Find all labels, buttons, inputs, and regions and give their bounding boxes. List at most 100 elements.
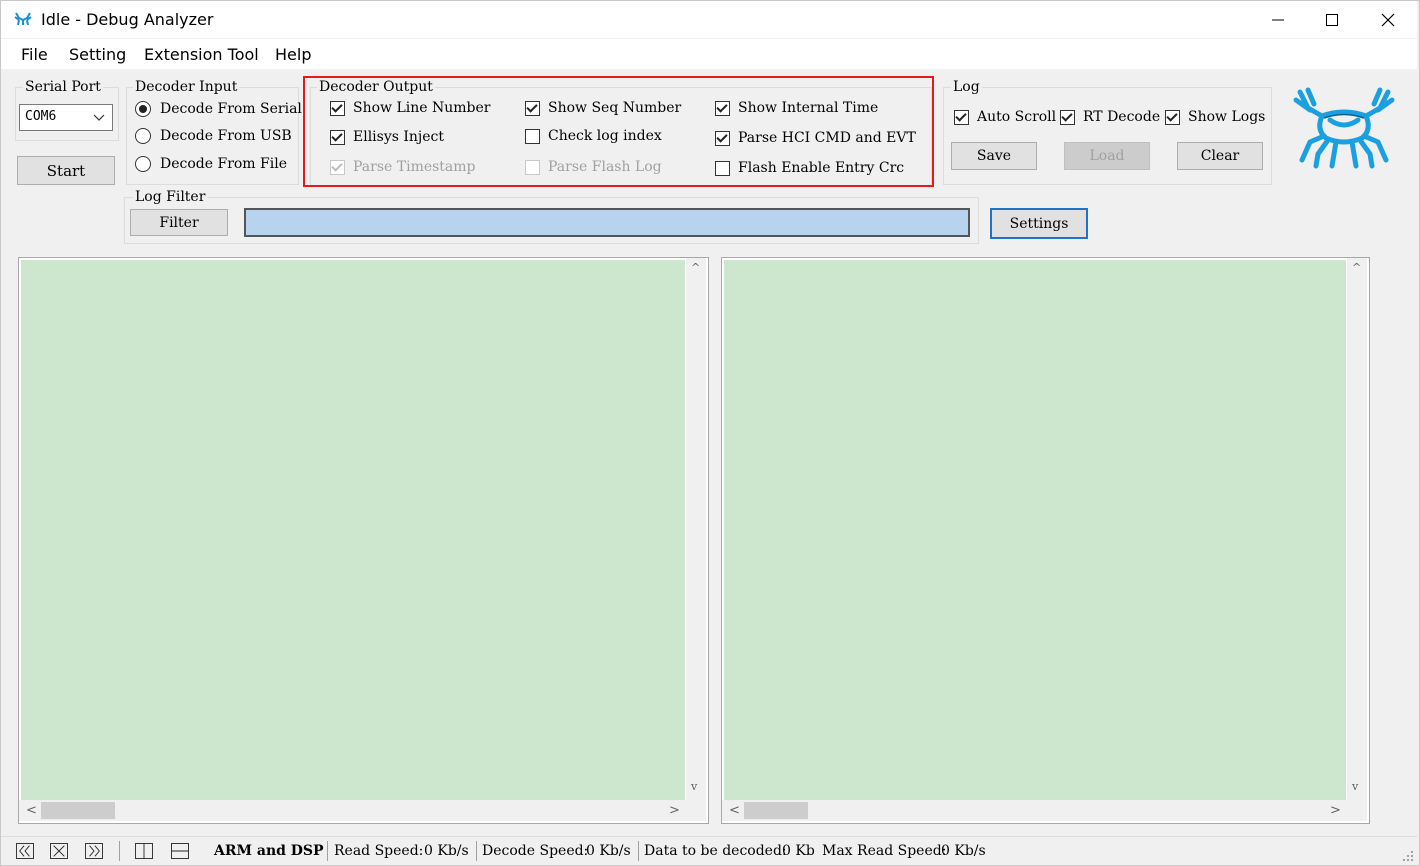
decode-speed-value: 0 Kb/s xyxy=(586,843,631,859)
right-log-content[interactable] xyxy=(724,260,1346,800)
decoder-output-label: Decoder Output xyxy=(317,79,435,95)
start-button[interactable]: Start xyxy=(17,156,115,185)
right-horizontal-scrollbar[interactable]: < > xyxy=(722,800,1367,821)
checkbox-box xyxy=(330,129,345,145)
mode-label: ARM and DSP xyxy=(214,843,324,859)
split-horizontal-icon[interactable] xyxy=(171,843,189,859)
checkbox-rt-decode[interactable]: RT Decode xyxy=(1060,109,1160,125)
checkbox-label: Check log index xyxy=(548,128,662,144)
window-title: Idle - Debug Analyzer xyxy=(41,10,214,29)
scroll-up-icon[interactable]: ^ xyxy=(1352,261,1361,274)
collapse-left-icon[interactable] xyxy=(16,843,34,859)
serial-port-select[interactable]: COM6 xyxy=(19,104,113,131)
left-log-pane[interactable]: ^ v < > xyxy=(18,257,709,824)
menu-file[interactable]: File xyxy=(21,45,48,64)
radio-dot xyxy=(135,128,151,144)
checkbox-box xyxy=(954,109,969,125)
radio-label: Decode From Serial xyxy=(160,101,302,117)
checkbox-label: Parse HCI CMD and EVT xyxy=(738,130,916,146)
minimize-button[interactable] xyxy=(1249,1,1307,38)
checkbox-auto-scroll[interactable]: Auto Scroll xyxy=(954,109,1056,125)
radio-decode-from-serial[interactable]: Decode From Serial xyxy=(135,101,302,117)
radio-decode-from-file[interactable]: Decode From File xyxy=(135,156,287,172)
max-read-speed-value: 0 Kb/s xyxy=(941,843,986,859)
decoder-input-label: Decoder Input xyxy=(133,79,240,95)
max-read-speed-label: Max Read Speed: xyxy=(822,843,947,859)
checkbox-parse-flash-log: Parse Flash Log xyxy=(525,159,662,175)
chevron-down-icon xyxy=(93,114,105,121)
split-vertical-icon[interactable] xyxy=(135,843,153,859)
menu-extension-tool[interactable]: Extension Tool xyxy=(144,45,259,64)
resize-grip-icon[interactable] xyxy=(1401,849,1415,863)
title-bar: Idle - Debug Analyzer xyxy=(1,1,1417,38)
scroll-right-icon[interactable]: > xyxy=(669,803,680,818)
save-button[interactable]: Save xyxy=(951,142,1037,170)
collapse-both-icon[interactable] xyxy=(50,843,68,859)
close-button[interactable] xyxy=(1359,1,1417,38)
scroll-thumb[interactable] xyxy=(41,802,115,819)
checkbox-box xyxy=(525,100,540,116)
right-vertical-scrollbar[interactable]: ^ v xyxy=(1347,258,1367,800)
checkbox-show-internal-time[interactable]: Show Internal Time xyxy=(715,100,878,116)
status-bar: ARM and DSP Read Speed: 0 Kb/s Decode Sp… xyxy=(1,836,1417,865)
checkbox-label: Show Logs xyxy=(1188,109,1266,125)
checkbox-show-seq-number[interactable]: Show Seq Number xyxy=(525,100,681,116)
checkbox-box xyxy=(715,130,730,146)
decode-speed-label: Decode Speed: xyxy=(482,843,589,859)
checkbox-label: RT Decode xyxy=(1083,109,1161,125)
log-group xyxy=(943,87,1272,185)
separator xyxy=(119,841,120,861)
separator xyxy=(638,841,639,861)
serial-port-label: Serial Port xyxy=(23,79,103,95)
scroll-up-icon[interactable]: ^ xyxy=(691,261,700,274)
checkbox-box xyxy=(1165,109,1180,125)
filter-button[interactable]: Filter xyxy=(130,209,228,236)
close-icon xyxy=(1381,13,1395,26)
checkbox-label: Show Seq Number xyxy=(548,100,682,116)
checkbox-label: Auto Scroll xyxy=(977,109,1057,125)
checkbox-box xyxy=(330,159,345,175)
checkbox-label: Parse Flash Log xyxy=(548,159,662,175)
radio-dot-checked xyxy=(135,101,151,117)
scroll-right-icon[interactable]: > xyxy=(1330,803,1341,818)
radio-label: Decode From USB xyxy=(160,128,292,144)
checkbox-check-log-index[interactable]: Check log index xyxy=(525,128,662,144)
maximize-button[interactable] xyxy=(1303,1,1361,38)
maximize-icon xyxy=(1326,13,1338,26)
settings-button[interactable]: Settings xyxy=(990,208,1088,239)
left-horizontal-scrollbar[interactable]: < > xyxy=(19,800,706,821)
menu-help[interactable]: Help xyxy=(275,45,311,64)
serial-port-value: COM6 xyxy=(25,109,57,124)
realtek-crab-logo-icon xyxy=(1293,87,1395,169)
read-speed-value: 0 Kb/s xyxy=(424,843,469,859)
clear-button[interactable]: Clear xyxy=(1177,142,1263,170)
scroll-down-icon[interactable]: v xyxy=(691,780,697,793)
checkbox-show-line-number[interactable]: Show Line Number xyxy=(330,100,490,116)
scroll-left-icon[interactable]: < xyxy=(729,803,740,818)
checkbox-box xyxy=(525,159,540,175)
checkbox-box xyxy=(525,128,540,144)
checkbox-parse-timestamp: Parse Timestamp xyxy=(330,159,476,175)
separator xyxy=(327,841,328,861)
log-label: Log xyxy=(951,79,982,95)
menu-bar: File Setting Extension Tool Help xyxy=(1,39,1417,69)
left-log-content[interactable] xyxy=(21,260,685,800)
menu-setting[interactable]: Setting xyxy=(69,45,126,64)
collapse-right-icon[interactable] xyxy=(85,843,103,859)
minimize-icon xyxy=(1272,19,1284,20)
checkbox-show-logs[interactable]: Show Logs xyxy=(1165,109,1265,125)
checkbox-ellisys-inject[interactable]: Ellisys Inject xyxy=(330,129,444,145)
radio-decode-from-usb[interactable]: Decode From USB xyxy=(135,128,292,144)
right-log-pane[interactable]: ^ v < > xyxy=(721,257,1370,824)
app-icon xyxy=(14,12,32,26)
checkbox-flash-enable-entry-crc[interactable]: Flash Enable Entry Crc xyxy=(715,160,904,176)
left-vertical-scrollbar[interactable]: ^ v xyxy=(686,258,706,800)
checkbox-box xyxy=(330,100,345,116)
radio-dot xyxy=(135,156,151,172)
checkbox-parse-hci-cmd-evt[interactable]: Parse HCI CMD and EVT xyxy=(715,130,916,146)
scroll-left-icon[interactable]: < xyxy=(26,803,37,818)
checkbox-label: Parse Timestamp xyxy=(353,159,476,175)
scroll-down-icon[interactable]: v xyxy=(1352,780,1358,793)
filter-input[interactable] xyxy=(244,208,970,237)
scroll-thumb[interactable] xyxy=(744,802,808,819)
